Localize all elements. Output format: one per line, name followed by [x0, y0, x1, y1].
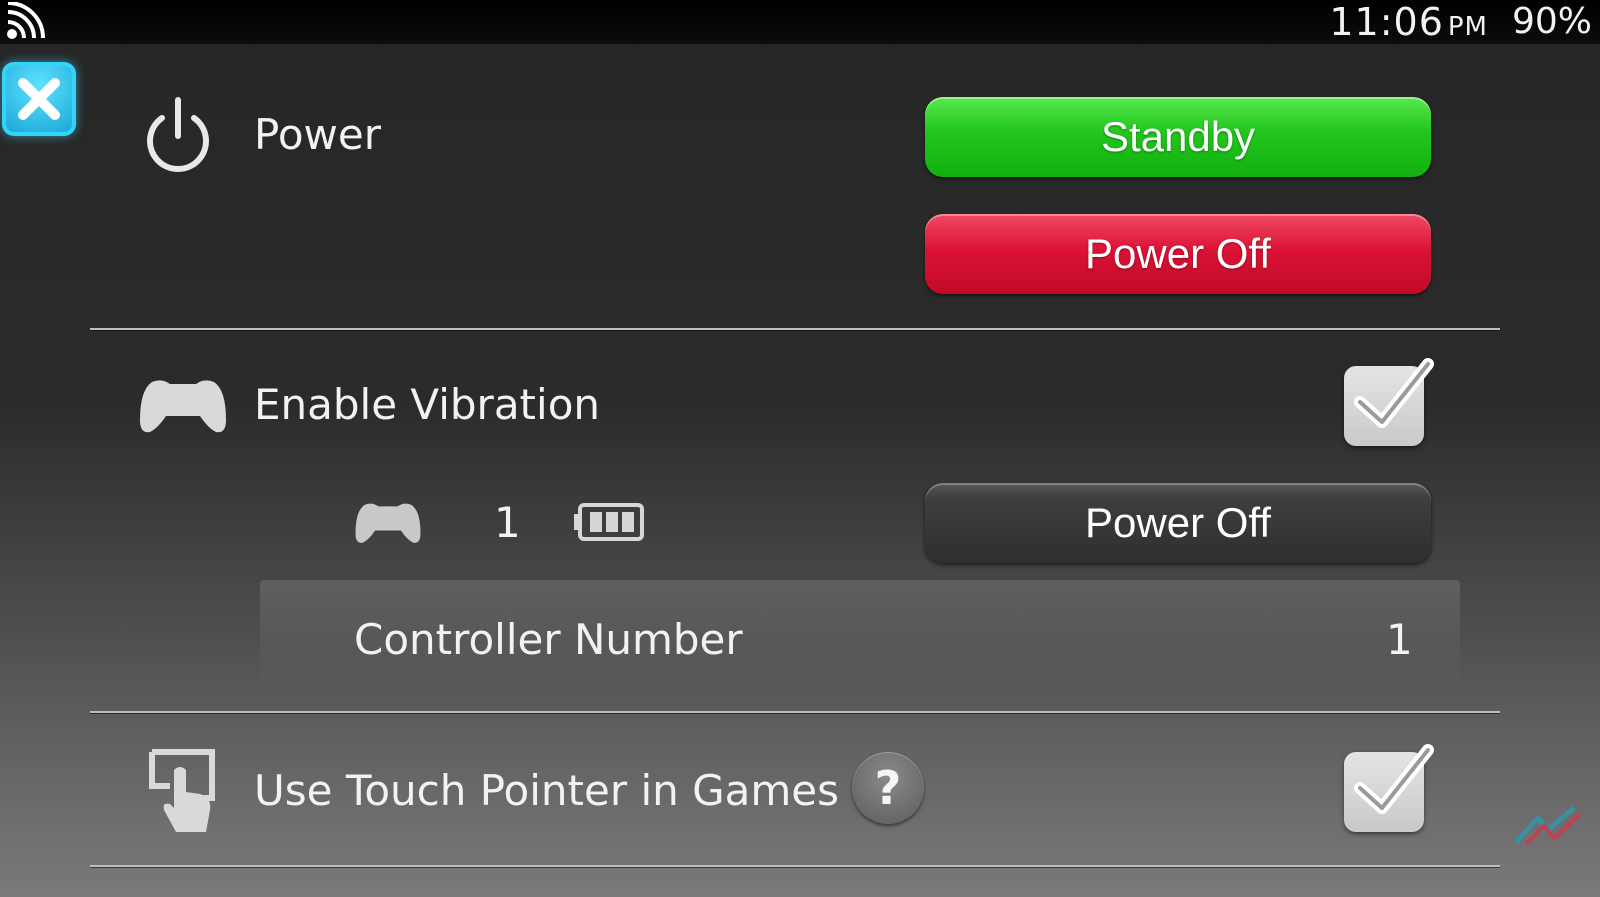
power-off-button[interactable]: Power Off — [925, 214, 1431, 294]
close-icon — [18, 78, 60, 120]
clock-time: 11:06 — [1329, 0, 1444, 44]
help-button[interactable]: ? — [852, 752, 924, 824]
enable-vibration-checkbox[interactable] — [1344, 358, 1434, 446]
status-bar: 11:06 PM 90% — [0, 0, 1600, 44]
touch-pointer-icon — [149, 749, 215, 832]
controller-number-value: 1 — [1386, 615, 1413, 664]
wifi-icon — [7, 2, 45, 39]
touch-pointer-checkbox[interactable] — [1344, 744, 1434, 832]
divider — [90, 711, 1500, 713]
controller-number-indicator: 1 — [494, 498, 521, 547]
standby-button[interactable]: Standby — [925, 97, 1431, 177]
controller-number-label: Controller Number — [354, 615, 743, 664]
gamepad-icon — [140, 380, 226, 433]
close-button[interactable] — [2, 62, 76, 136]
controller-gamepad-icon — [355, 503, 421, 543]
clock: 11:06 PM — [1329, 0, 1488, 49]
power-label: Power — [254, 110, 381, 159]
divider — [90, 865, 1500, 867]
watermark-logo-icon — [1514, 806, 1582, 846]
checkmark-icon — [1354, 744, 1434, 814]
divider — [90, 328, 1500, 330]
battery-percentage: 90% — [1511, 1, 1592, 42]
battery-icon — [574, 503, 644, 541]
checkmark-icon — [1354, 358, 1434, 428]
power-icon — [147, 97, 209, 172]
clock-ampm: PM — [1447, 12, 1488, 42]
controller-power-off-button[interactable]: Power Off — [925, 483, 1431, 563]
touch-pointer-label: Use Touch Pointer in Games — [254, 766, 840, 815]
enable-vibration-label: Enable Vibration — [254, 380, 601, 429]
